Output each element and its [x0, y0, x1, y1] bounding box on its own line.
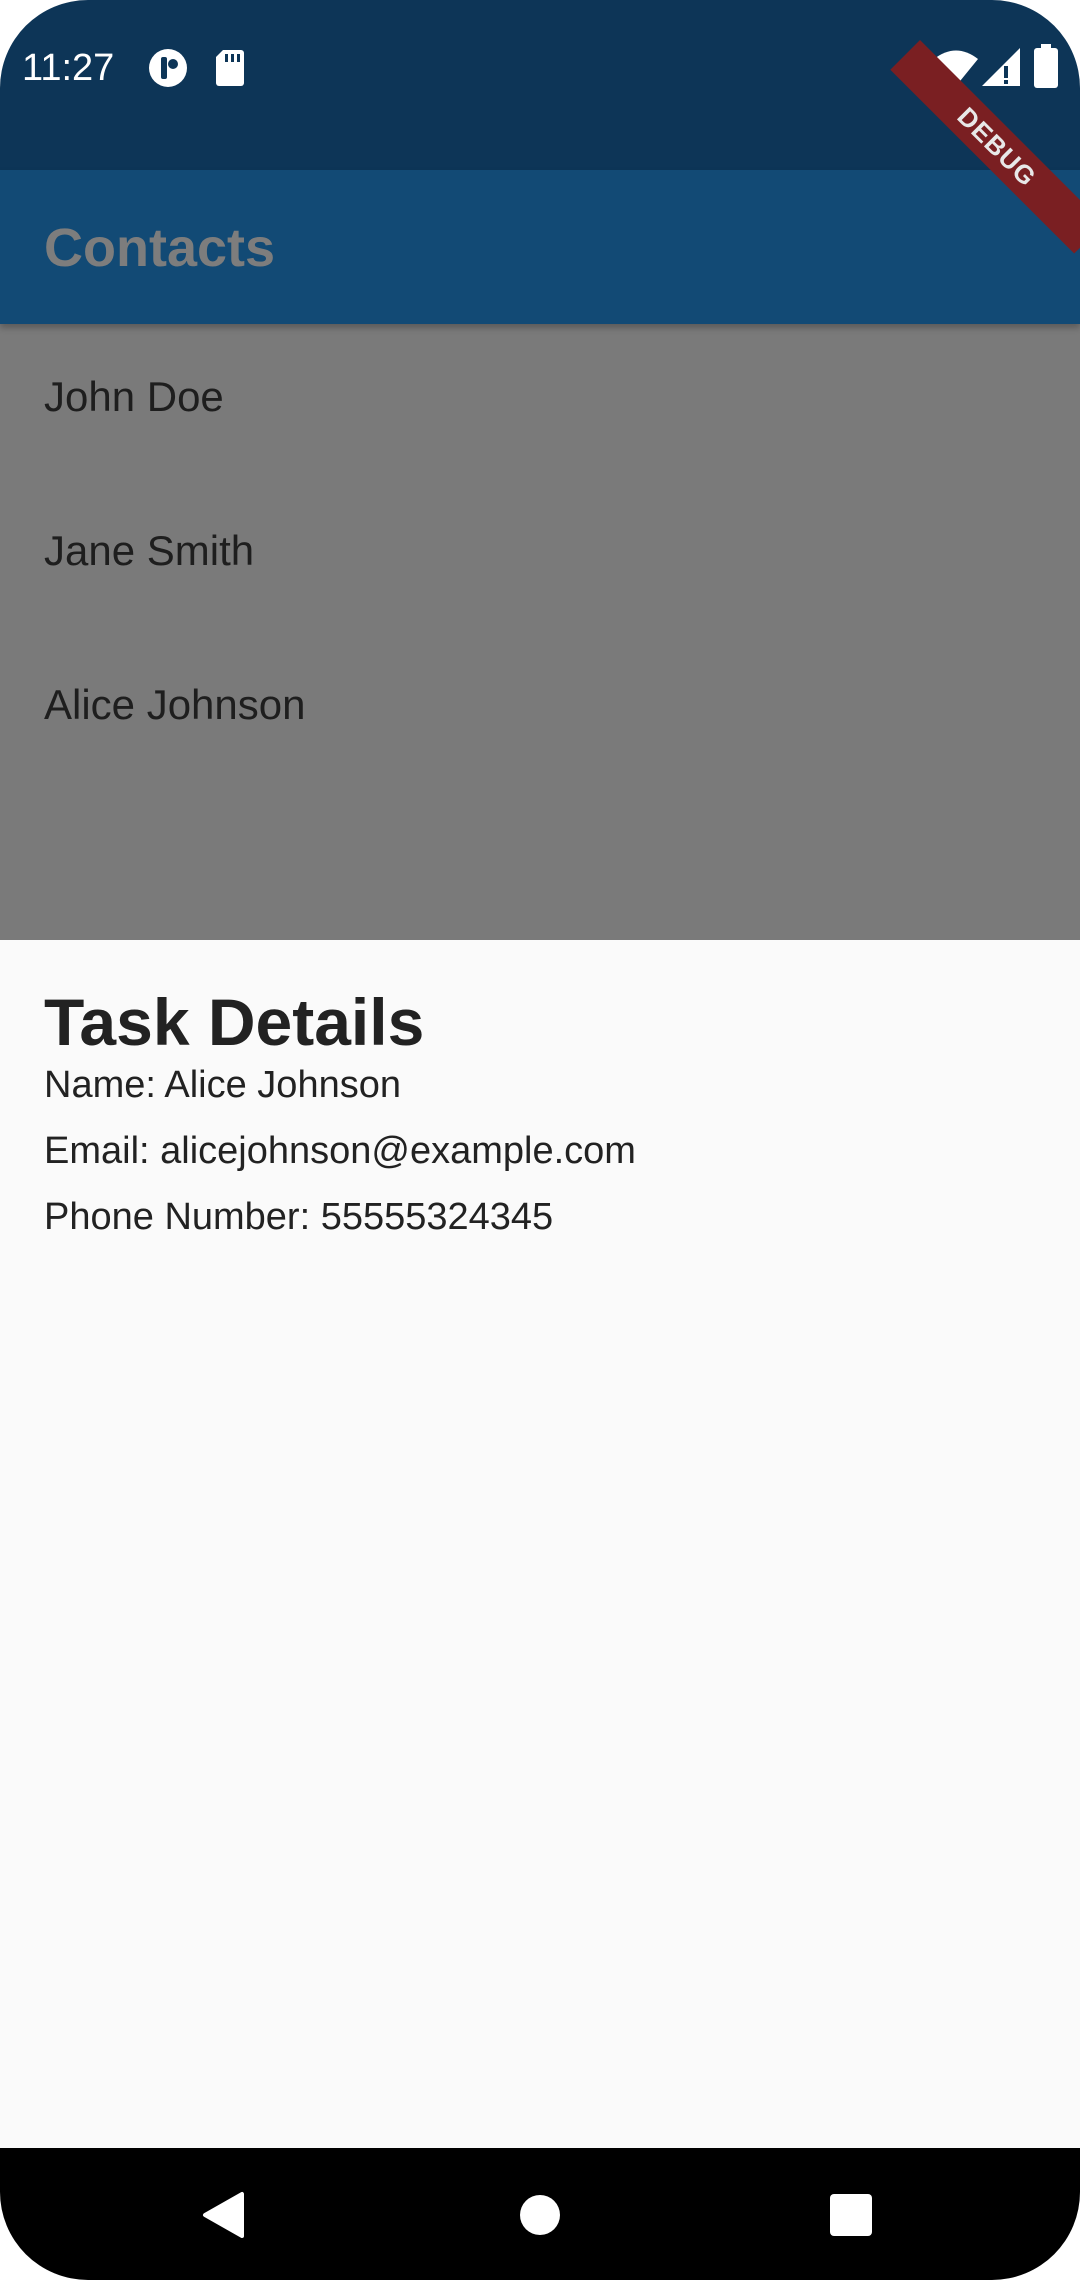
home-icon[interactable]: [495, 2170, 585, 2260]
status-time: 11:27: [22, 47, 115, 89]
contact-name: Jane Smith: [44, 527, 255, 574]
cell-signal-icon: [982, 48, 1020, 86]
detail-phone: Phone Number: 55555324345: [44, 1196, 554, 1238]
sd-card-icon: [216, 50, 244, 86]
contact-item-alice-johnson[interactable]: Alice Johnson: [0, 632, 1080, 786]
phone-screen: 11:27 DEBUG Contacts John Doe Jane Smith…: [0, 0, 1080, 2280]
detail-email: Email: alicejohnson@example.com: [44, 1130, 636, 1172]
battery-icon: [1034, 44, 1058, 88]
system-nav-bar: [0, 2148, 1080, 2280]
contact-name: John Doe: [44, 373, 224, 420]
back-icon[interactable]: [180, 2170, 270, 2260]
contact-name: Alice Johnson: [44, 681, 306, 728]
recents-icon[interactable]: [806, 2170, 896, 2260]
detail-name: Name: Alice Johnson: [44, 1064, 401, 1106]
page-title: Contacts: [44, 218, 276, 278]
contacts-list: John Doe Jane Smith Alice Johnson: [0, 324, 1080, 940]
contact-item-jane-smith[interactable]: Jane Smith: [0, 478, 1080, 632]
notification-app-icon: [149, 49, 187, 87]
task-details-title: Task Details: [44, 985, 425, 1059]
contact-item-john-doe[interactable]: John Doe: [0, 324, 1080, 478]
task-details-sheet[interactable]: Task Details Name: Alice Johnson Email: …: [0, 940, 1080, 2148]
app-bar: Contacts: [0, 170, 1080, 324]
